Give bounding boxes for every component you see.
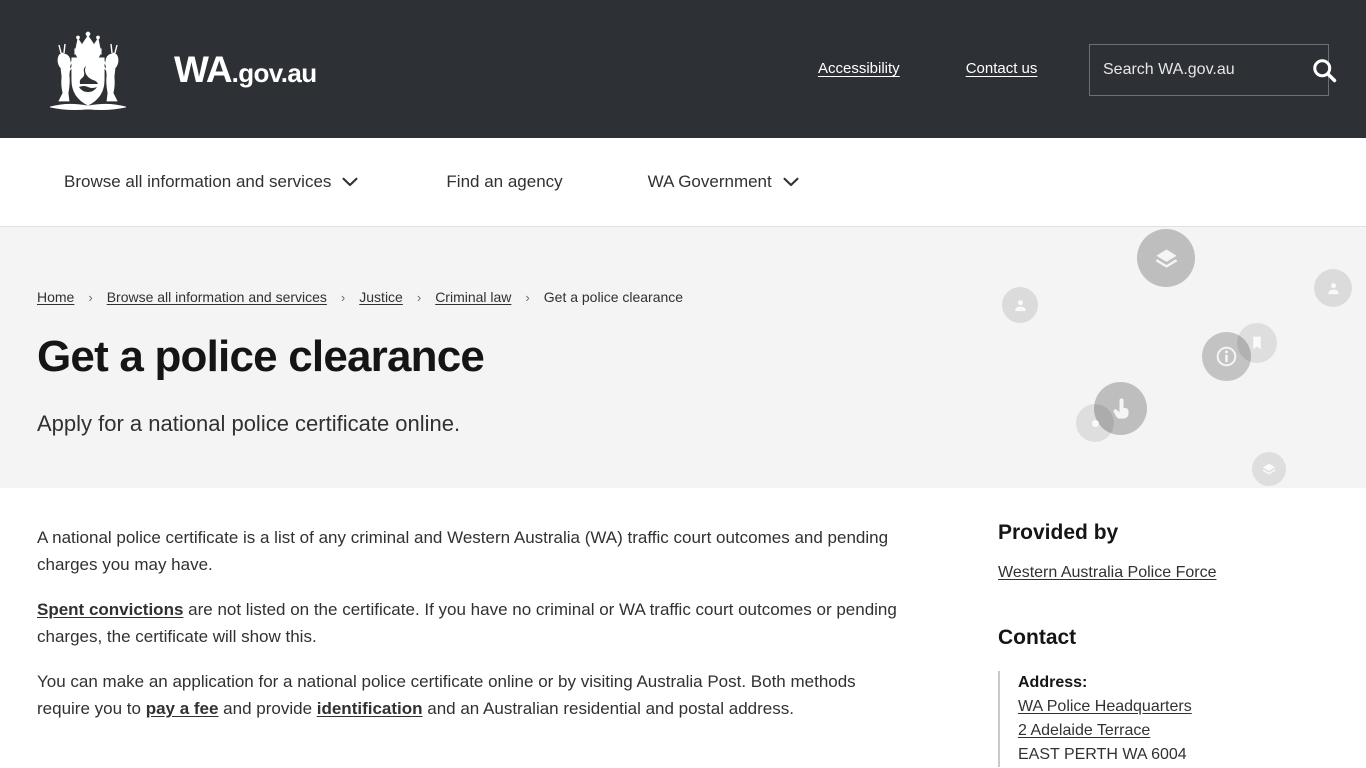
body-paragraph: You can make an application for a nation… [37, 672, 856, 718]
search-input[interactable] [1103, 61, 1310, 79]
inline-link[interactable]: identification [317, 699, 423, 718]
breadcrumb-separator: › [525, 289, 530, 305]
breadcrumb-separator: › [88, 289, 93, 305]
address-link[interactable]: WA Police Headquarters [1018, 695, 1305, 719]
layers-icon [1261, 461, 1277, 477]
contact-details: Address: WA Police Headquarters 2 Adelaid… [998, 671, 1305, 767]
hero-decoration-layers-icon [1252, 452, 1286, 486]
page-subtitle: Apply for a national police certificate … [37, 411, 461, 437]
address-text: EAST PERTH WA 6004 [1018, 746, 1187, 763]
breadcrumb-link[interactable]: Criminal law [435, 289, 511, 305]
header-utility-links: Accessibility Contact us [818, 60, 1037, 77]
site-logo[interactable]: WA.gov.au [38, 24, 317, 114]
chevron-down-icon [783, 177, 799, 187]
page-hero: Home › Browse all information and services… [0, 227, 1366, 488]
search-icon [1313, 59, 1337, 83]
breadcrumb-separator: › [340, 289, 346, 305]
breadcrumb-link[interactable]: Browse all information and services [107, 289, 327, 305]
page-content: A national police certificate is a list … [0, 488, 1366, 767]
accessibility-link[interactable]: Accessibility [818, 60, 900, 77]
address-label: Address: [1018, 674, 1088, 691]
search-button[interactable] [1310, 56, 1338, 84]
body-paragraph: A national police certificate is a list … [37, 528, 889, 574]
breadcrumb-link[interactable]: Justice [359, 289, 403, 305]
inline-link[interactable]: pay a fee [146, 699, 219, 718]
address-link[interactable]: 2 Adelaide Terrace [1018, 719, 1305, 743]
provided-by-heading: Provided by [998, 521, 1119, 544]
site-header: WA.gov.au Accessibility Contact us [0, 0, 1366, 138]
primary-navigation: Browse all information and services Find… [0, 138, 1366, 227]
address-lines: WA Police Headquarters 2 Adelaide Terrace… [1018, 695, 1305, 767]
wa-coat-of-arms-icon [49, 31, 127, 111]
nav-item-wa-government[interactable]: WA Government [648, 172, 799, 192]
breadcrumb-current: Get a police clearance [543, 289, 684, 305]
nav-label-browse-all: Browse all information and services [64, 172, 332, 191]
inline-link[interactable]: Spent convictions [37, 600, 183, 619]
breadcrumb: Home › Browse all information and services… [37, 227, 1366, 305]
wordmark-wa: WA [174, 48, 233, 90]
main-content-column: A national police certificate is a list … [37, 488, 905, 767]
site-search[interactable] [1089, 44, 1337, 96]
nav-label-wa-government: WA Government [647, 172, 772, 191]
page-title: Get a police clearance [37, 332, 485, 381]
contact-heading: Contact [998, 626, 1077, 649]
nav-item-find-agency[interactable]: Find an agency [446, 172, 562, 192]
nav-label-find-agency: Find an agency [446, 172, 563, 191]
sidebar-column: Provided by Western Australia Police For… [905, 488, 1305, 767]
breadcrumb-link[interactable]: Home [37, 289, 74, 305]
breadcrumb-separator: › [416, 289, 422, 305]
wordmark-domain: .gov.au [231, 57, 317, 88]
chevron-down-icon [342, 177, 358, 187]
nav-item-browse-all[interactable]: Browse all information and services [64, 172, 358, 192]
contact-us-link[interactable]: Contact us [966, 60, 1038, 77]
site-wordmark: WA.gov.au [174, 51, 317, 88]
body-paragraph: Spent convictions are not listed on the … [37, 600, 897, 646]
provider-link[interactable]: Western Australia Police Force [998, 564, 1305, 582]
